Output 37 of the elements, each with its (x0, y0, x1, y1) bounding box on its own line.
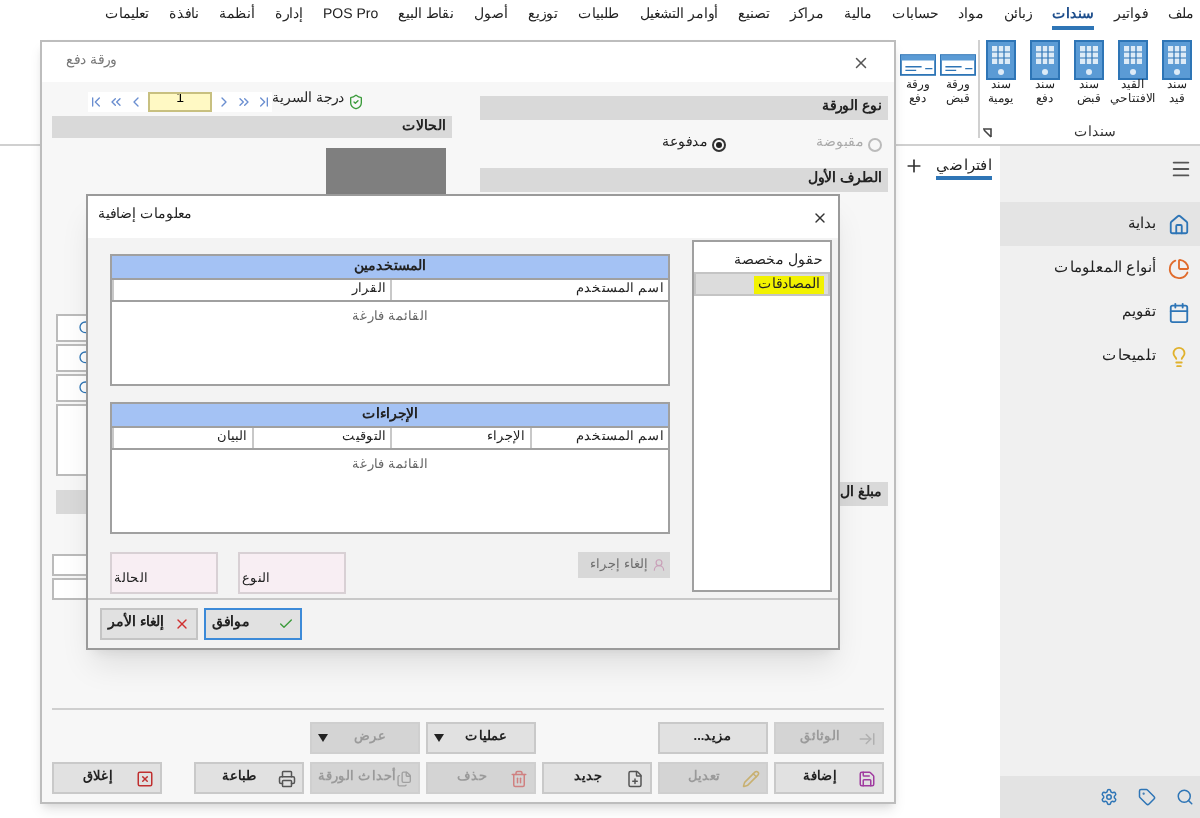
files-icon (395, 769, 412, 787)
calendar-icon (1168, 301, 1190, 323)
document-icon (1074, 40, 1104, 80)
double-right-icon[interactable] (236, 93, 253, 109)
document-icon (1162, 40, 1192, 80)
double-left-icon[interactable] (108, 93, 125, 109)
menu-icon[interactable] (1170, 157, 1192, 179)
new-file-icon (626, 769, 644, 787)
user-icon (652, 558, 666, 572)
shield-icon (348, 93, 364, 109)
tag-icon[interactable] (1138, 788, 1156, 806)
check-icon (278, 616, 294, 632)
document-icon (1030, 40, 1060, 80)
pie-chart-icon (1168, 257, 1190, 279)
document-icon (986, 40, 1016, 80)
close-icon[interactable] (852, 53, 870, 71)
arrow-icon (858, 729, 876, 747)
caret-icon (434, 734, 444, 742)
document-icon (1118, 40, 1148, 80)
last-page-icon[interactable] (256, 93, 273, 109)
printer-icon (278, 769, 296, 787)
add-tab-icon[interactable] (904, 156, 924, 176)
settings-icon[interactable] (1100, 788, 1118, 806)
cross-icon (174, 616, 190, 632)
home-icon (1168, 213, 1190, 235)
search-icon[interactable] (1176, 788, 1194, 806)
expand-icon[interactable] (982, 128, 992, 139)
trash-icon (510, 769, 528, 787)
caret-icon (318, 734, 328, 742)
pencil-icon (742, 769, 760, 787)
first-page-icon[interactable] (88, 93, 105, 109)
lightbulb-icon (1168, 345, 1190, 367)
save-icon (858, 769, 876, 787)
cheque-icon (900, 54, 936, 76)
cheque-icon (940, 54, 976, 76)
close-icon[interactable] (812, 209, 828, 225)
close-icon (136, 769, 154, 787)
